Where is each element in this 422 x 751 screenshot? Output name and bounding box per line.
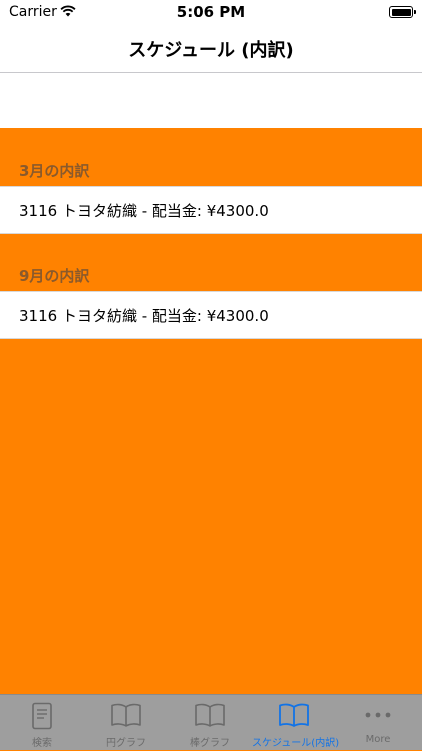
battery-icon — [389, 6, 416, 18]
tab-bar-chart[interactable]: 棒グラフ — [168, 695, 252, 751]
document-icon — [32, 702, 52, 730]
list-item-label: 3116 トヨタ紡織 - 配当金: ¥4300.0 — [19, 202, 269, 220]
tab-schedule[interactable]: スケジュール(内訳) — [252, 695, 340, 751]
book-icon — [111, 703, 141, 727]
tab-label: 棒グラフ — [190, 738, 230, 749]
tab-bar: 検索 円グラフ 棒グラフ スケジュール(内訳) More — [0, 694, 422, 750]
status-time: 5:06 PM — [176, 3, 246, 21]
section-header-march: 3月の内訳 — [19, 162, 90, 180]
more-icon — [365, 712, 391, 718]
tab-more[interactable]: More — [336, 695, 420, 751]
section-header-september: 9月の内訳 — [19, 267, 90, 285]
book-icon — [279, 703, 309, 727]
navigation-bar: スケジュール (内訳) — [0, 26, 422, 73]
list-item[interactable]: 3116 トヨタ紡織 - 配当金: ¥4300.0 — [0, 291, 422, 339]
tab-search[interactable]: 検索 — [0, 695, 84, 751]
tab-pie-chart[interactable]: 円グラフ — [84, 695, 168, 751]
tab-label: スケジュール(内訳) — [252, 738, 340, 749]
book-icon — [195, 703, 225, 727]
tab-label: 検索 — [32, 738, 52, 749]
list-item[interactable]: 3116 トヨタ紡織 - 配当金: ¥4300.0 — [0, 186, 422, 234]
page-title: スケジュール (内訳) — [128, 40, 294, 61]
status-bar: Carrier 5:06 PM — [0, 0, 422, 26]
tab-label: 円グラフ — [106, 738, 146, 749]
tab-label: More — [365, 734, 391, 745]
list-item-label: 3116 トヨタ紡織 - 配当金: ¥4300.0 — [19, 307, 269, 325]
table-header-blank — [0, 73, 422, 128]
